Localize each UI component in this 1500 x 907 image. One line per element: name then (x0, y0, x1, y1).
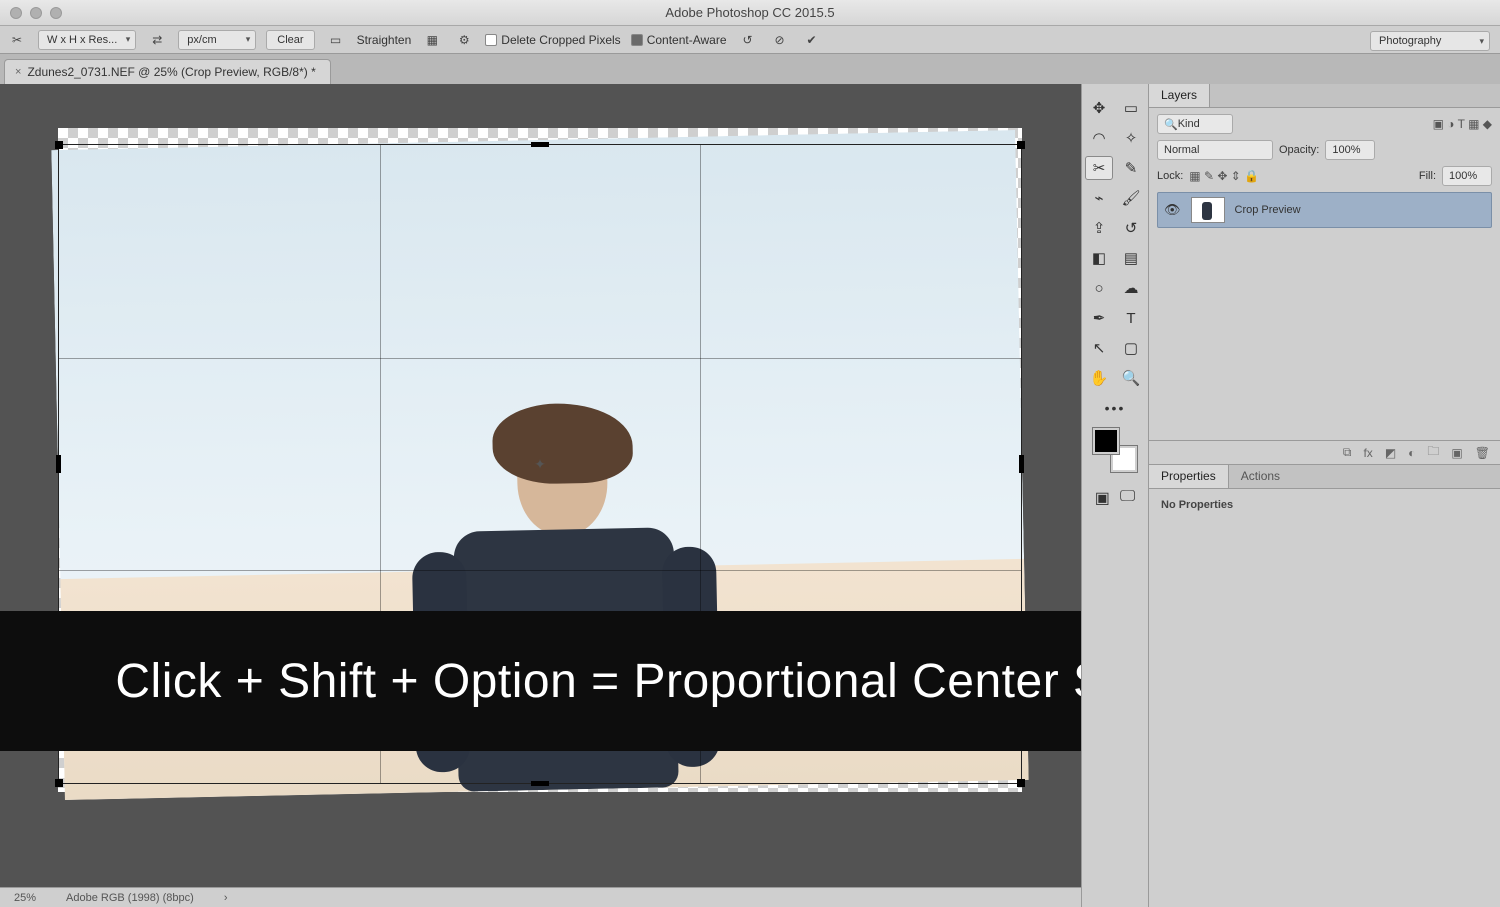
magic-wand-tool-icon[interactable]: ✧ (1117, 126, 1145, 150)
layer-fx-icon[interactable]: fx (1363, 446, 1372, 460)
brush-tool-icon[interactable]: 🖌 (1117, 186, 1145, 210)
delete-layer-icon[interactable]: 🗑 (1475, 446, 1490, 460)
lock-icons[interactable]: ▦ ✎ ✥ ⇕ 🔒 (1189, 169, 1259, 183)
link-layers-icon[interactable]: ⧉ (1343, 445, 1352, 460)
crop-handle-t[interactable] (531, 142, 549, 147)
layer-name[interactable]: Crop Preview (1235, 204, 1301, 216)
crop-handle-tl[interactable] (55, 141, 63, 149)
slice-tool-icon[interactable]: ✎ (1117, 156, 1145, 180)
straighten-label[interactable]: Straighten (357, 33, 412, 47)
opacity-label: Opacity: (1279, 144, 1319, 156)
window-titlebar: Adobe Photoshop CC 2015.5 (0, 0, 1500, 26)
group-icon[interactable]: 🗀 (1427, 442, 1439, 463)
status-bar: 25% Adobe RGB (1998) (8bpc) › (0, 887, 1081, 907)
tutorial-banner: Click + Shift + Option = Proportional Ce… (0, 611, 1081, 751)
history-brush-tool-icon[interactable]: ↺ (1117, 216, 1145, 240)
properties-panel: Properties Actions No Properties (1149, 464, 1500, 789)
type-tool-icon[interactable]: T (1117, 306, 1145, 330)
crop-handle-tr[interactable] (1017, 141, 1025, 149)
close-tab-icon[interactable]: × (15, 66, 21, 78)
lock-label: Lock: (1157, 170, 1183, 182)
tools-panel: ✥▭ ◠✧ ✂✎ ⌁🖌 ⇪↺ ◧▤ ○☁ ✒T ↖▢ ✋🔍 ••• ▣ 🖵 (1081, 84, 1149, 907)
doc-info-chevron-icon[interactable]: › (224, 892, 228, 904)
doc-info[interactable]: Adobe RGB (1998) (8bpc) (66, 892, 194, 904)
move-tool-icon[interactable]: ✥ (1085, 96, 1113, 120)
more-tools-icon[interactable]: ••• (1105, 400, 1126, 416)
crop-ratio-select[interactable]: W x H x Res... (38, 30, 136, 50)
eraser-tool-icon[interactable]: ◧ (1085, 246, 1113, 270)
marquee-tool-icon[interactable]: ▭ (1117, 96, 1145, 120)
tab-properties[interactable]: Properties (1149, 465, 1229, 488)
swap-dimensions-icon[interactable]: ⇄ (146, 30, 168, 50)
zoom-level[interactable]: 25% (14, 892, 36, 904)
crop-tool-icon[interactable]: ✂ (6, 30, 28, 50)
crop-handle-br[interactable] (1017, 779, 1025, 787)
tab-actions[interactable]: Actions (1229, 465, 1292, 488)
cancel-crop-icon[interactable]: ⊘ (769, 30, 791, 50)
delete-cropped-checkbox[interactable]: Delete Cropped Pixels (485, 33, 620, 47)
document-tab-bar: × Zdunes2_0731.NEF @ 25% (Crop Preview, … (0, 54, 1500, 84)
content-aware-checkbox[interactable]: Content-Aware (631, 33, 727, 47)
crop-settings-icon[interactable]: ⚙ (453, 30, 475, 50)
shape-tool-icon[interactable]: ▢ (1117, 336, 1145, 360)
crop-center-icon: ✦ (533, 457, 547, 471)
eyedropper-tool-icon[interactable]: ⌁ (1085, 186, 1113, 210)
workspace-select[interactable]: Photography (1370, 31, 1490, 51)
crop-handle-l[interactable] (56, 455, 61, 473)
blend-mode-select[interactable]: Normal (1157, 140, 1273, 160)
pen-tool-icon[interactable]: ✒ (1085, 306, 1113, 330)
path-select-tool-icon[interactable]: ↖ (1085, 336, 1113, 360)
layer-mask-icon[interactable]: ◩ (1385, 446, 1396, 460)
layers-footer: ⧉ fx ◩ ◐ 🗀 ▣ 🗑 (1149, 440, 1500, 464)
visibility-toggle-icon[interactable]: 👁 (1164, 202, 1181, 218)
adjustment-layer-icon[interactable]: ◐ (1408, 446, 1415, 460)
crop-handle-b[interactable] (531, 781, 549, 786)
canvas-area[interactable]: ✦ Click + Shift + Option = Proportional … (0, 84, 1081, 907)
crop-tool-icon[interactable]: ✂ (1085, 156, 1113, 180)
tutorial-banner-text: Click + Shift + Option = Proportional Ce… (115, 654, 1081, 709)
layers-panel: Layers 🔍 Kind ▣ ◑ T ▦ ◆ Normal Opacity: … (1149, 84, 1500, 464)
lasso-tool-icon[interactable]: ◠ (1085, 126, 1113, 150)
layer-filter-select[interactable]: 🔍 Kind (1157, 114, 1233, 134)
document-tab-title: Zdunes2_0731.NEF @ 25% (Crop Preview, RG… (27, 65, 315, 79)
layer-filter-icons[interactable]: ▣ ◑ T ▦ ◆ (1433, 117, 1492, 131)
new-layer-icon[interactable]: ▣ (1451, 446, 1462, 460)
fill-label: Fill: (1419, 170, 1436, 182)
blur-tool-icon[interactable]: ○ (1085, 276, 1113, 300)
options-bar: ✂ W x H x Res... ⇄ px/cm Clear ▭ Straigh… (0, 26, 1500, 54)
resolution-unit-select[interactable]: px/cm (178, 30, 256, 50)
properties-empty-text: No Properties (1161, 499, 1488, 511)
straighten-icon[interactable]: ▭ (325, 30, 347, 50)
layer-thumbnail[interactable] (1191, 197, 1225, 223)
reset-crop-icon[interactable]: ↺ (737, 30, 759, 50)
tab-layers[interactable]: Layers (1149, 84, 1210, 107)
app-title: Adobe Photoshop CC 2015.5 (0, 5, 1500, 20)
screen-mode-icon[interactable]: 🖵 (1120, 488, 1135, 508)
clear-button[interactable]: Clear (266, 30, 314, 50)
hand-tool-icon[interactable]: ✋ (1085, 366, 1113, 390)
crop-handle-bl[interactable] (55, 779, 63, 787)
layer-row[interactable]: 👁 Crop Preview (1157, 192, 1492, 228)
crop-handle-r[interactable] (1019, 455, 1024, 473)
gradient-tool-icon[interactable]: ▤ (1117, 246, 1145, 270)
zoom-tool-icon[interactable]: 🔍 (1117, 366, 1145, 390)
foreground-color-swatch[interactable] (1093, 428, 1119, 454)
dodge-tool-icon[interactable]: ☁ (1117, 276, 1145, 300)
color-swatches[interactable] (1093, 428, 1137, 472)
clone-tool-icon[interactable]: ⇪ (1085, 216, 1113, 240)
document-tab[interactable]: × Zdunes2_0731.NEF @ 25% (Crop Preview, … (4, 59, 331, 84)
quick-mask-icon[interactable]: ▣ (1095, 488, 1110, 508)
fill-field[interactable]: 100% (1442, 166, 1492, 186)
overlay-grid-icon[interactable]: ▦ (421, 30, 443, 50)
opacity-field[interactable]: 100% (1325, 140, 1375, 160)
commit-crop-icon[interactable]: ✔ (801, 30, 823, 50)
